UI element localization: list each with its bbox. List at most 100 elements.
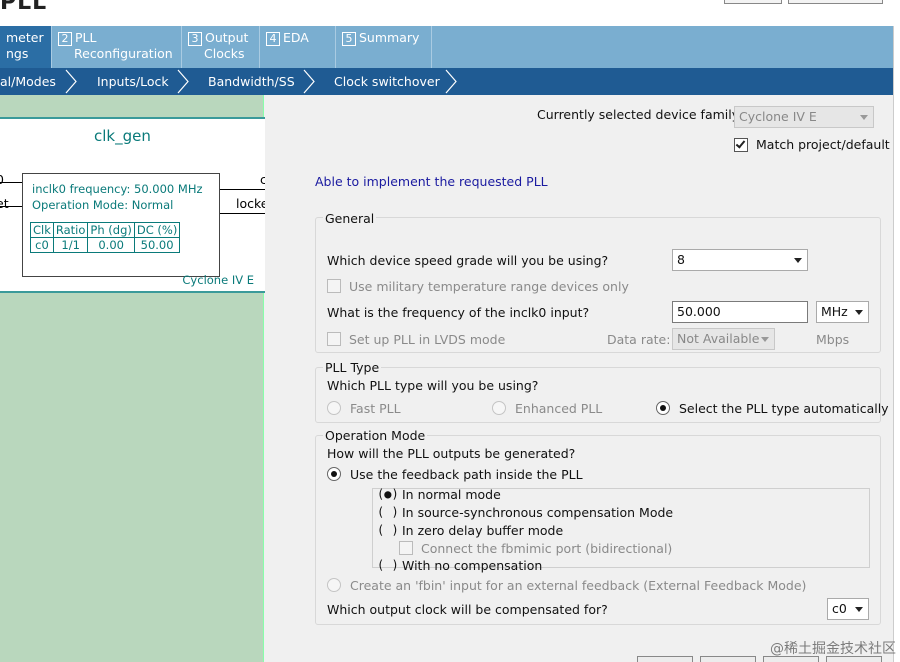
input-port-label: 0 [0, 172, 4, 187]
source-sync-mode-label: In source-synchronous compensation Mode [402, 505, 674, 520]
port-wire [0, 182, 22, 183]
wizard-tab-bar: meter ngs 2 PLL Reconfiguration 3 Output C… [0, 26, 895, 68]
chevron-right-icon [65, 69, 77, 94]
auto-pll-type-radio[interactable] [656, 401, 670, 415]
pll-type-question: Which PLL type will you be using? [327, 378, 539, 393]
table-header: Clk [30, 222, 54, 238]
operation-mode-text: Operation Mode: Normal [32, 198, 174, 212]
port-wire [0, 206, 22, 207]
module-name: clk_gen [94, 127, 151, 145]
tab-label-line2: ngs [6, 46, 29, 61]
status-message: Able to implement the requested PLL [315, 174, 548, 189]
data-rate-label: Data rate: [607, 332, 671, 347]
enhanced-pll-label: Enhanced PLL [515, 401, 603, 416]
feedback-path-radio[interactable] [327, 467, 341, 481]
zero-delay-mode-radio[interactable]: ( ) [377, 523, 399, 537]
frequency-unit-select[interactable]: MHz [816, 301, 869, 323]
input-port-label: et [0, 196, 9, 211]
pll-block-diagram: clk_gen 0 et c0 locked inclk0 frequency:… [0, 117, 282, 293]
fbmimic-checkbox[interactable] [399, 541, 413, 555]
data-rate-select[interactable]: Not Available [672, 328, 775, 350]
chevron-down-icon [761, 337, 769, 342]
device-family-label: Currently selected device family: [537, 107, 743, 122]
tab-label: Output [205, 30, 249, 45]
tab-label-line2: Reconfiguration [74, 46, 173, 61]
crumb-inputs-lock[interactable]: Inputs/Lock [97, 68, 169, 95]
table-cell: 50.00 [133, 237, 181, 253]
tab-summary[interactable]: 5 Summary [336, 26, 432, 68]
watermark-text: @稀土掘金技术社区 [770, 641, 896, 657]
pll-type-group-title: PLL Type [323, 360, 382, 375]
parameter-settings-content: Currently selected device family: Cyclon… [265, 95, 893, 662]
tab-pll-reconfiguration[interactable]: 2 PLL Reconfiguration [52, 26, 182, 68]
crumb-bandwidth-ss[interactable]: Bandwidth/SS [208, 68, 295, 95]
chevron-down-icon [855, 607, 863, 612]
dialog-button-fragment[interactable] [700, 656, 756, 662]
tab-label: meter [6, 30, 44, 45]
radio-selected-dot [331, 471, 337, 477]
compensated-clock-value: c0 [832, 601, 847, 616]
tab-number: 4 [266, 32, 280, 46]
frequency-unit-value: MHz [821, 304, 848, 319]
match-project-checkbox[interactable] [734, 138, 748, 152]
normal-mode-label: In normal mode [402, 487, 501, 502]
speed-grade-select[interactable]: 8 [672, 249, 808, 271]
tab-eda[interactable]: 4 EDA [260, 26, 336, 68]
external-feedback-label: Create an 'fbin' input for an external f… [350, 578, 807, 593]
window-button-fragment[interactable] [788, 0, 883, 4]
source-sync-mode-radio[interactable]: ( ) [377, 505, 399, 519]
external-feedback-radio[interactable] [327, 578, 341, 592]
device-family-select[interactable]: Cyclone IV E [734, 106, 874, 128]
table-cell: 0.00 [87, 237, 135, 253]
device-family-label: Cyclone IV E [182, 273, 254, 287]
enhanced-pll-radio[interactable] [492, 401, 506, 415]
fast-pll-radio[interactable] [327, 401, 341, 415]
table-header: DC (%) [133, 222, 181, 238]
fbmimic-label: Connect the fbmimic port (bidirectional) [421, 541, 673, 556]
chevron-down-icon [855, 310, 863, 315]
table-cell: 1/1 [52, 237, 89, 253]
speed-grade-value: 8 [677, 252, 685, 267]
auto-pll-type-label: Select the PLL type automatically [679, 401, 889, 416]
no-compensation-radio[interactable]: ( ) [377, 558, 399, 572]
lvds-mode-checkbox[interactable] [327, 332, 341, 346]
page-breadcrumb-bar: al/Modes Inputs/Lock Bandwidth/SS Clock … [0, 68, 893, 95]
data-rate-unit: Mbps [816, 332, 850, 347]
inclk-frequency-input[interactable]: 50.000 [672, 301, 808, 323]
tab-label: PLL [75, 30, 97, 45]
crumb-clock-switchover[interactable]: Clock switchover [334, 68, 440, 95]
radio-selected-dot [660, 405, 666, 411]
clock-param-table: Clk Ratio Ph (dg) DC (%) c0 1/1 0.00 50.… [30, 222, 181, 253]
compensated-clock-select[interactable]: c0 [827, 598, 869, 620]
chevron-down-icon [794, 258, 802, 263]
chevron-right-icon [445, 69, 457, 94]
normal-mode-radio[interactable]: (●) [377, 487, 399, 501]
general-group-title: General [323, 211, 377, 226]
compensated-clock-question: Which output clock will be compensated f… [327, 602, 608, 617]
table-header: Ph (dg) [87, 222, 135, 238]
scrollbar-strip [893, 26, 900, 662]
tab-number: 2 [58, 32, 72, 46]
data-rate-value: Not Available [677, 331, 760, 346]
operation-mode-group-title: Operation Mode [323, 428, 428, 443]
dialog-button-fragment[interactable] [637, 656, 693, 662]
inclk-frequency-text: inclk0 frequency: 50.000 MHz [32, 182, 203, 196]
table-cell: c0 [30, 237, 54, 253]
inclk-frequency-value: 50.000 [677, 304, 721, 319]
pll-core-box: inclk0 frequency: 50.000 MHz Operation M… [22, 173, 220, 277]
operation-mode-question: How will the PLL outputs be generated? [327, 446, 576, 461]
tab-label: Summary [359, 30, 420, 45]
speed-grade-question: Which device speed grade will you be usi… [327, 253, 609, 268]
military-temp-checkbox[interactable] [327, 279, 341, 293]
chevron-right-icon [177, 69, 189, 94]
tab-parameter-settings[interactable]: meter ngs [0, 26, 52, 68]
window-button-fragment[interactable] [724, 0, 782, 4]
tab-number: 3 [188, 32, 202, 46]
feedback-path-label: Use the feedback path inside the PLL [350, 467, 583, 482]
chevron-down-icon [860, 115, 868, 120]
title-strip: PLL [0, 0, 900, 26]
tab-output-clocks[interactable]: 3 Output Clocks [182, 26, 260, 68]
no-compensation-label: With no compensation [402, 558, 543, 573]
crumb-general-modes[interactable]: al/Modes [0, 68, 56, 95]
check-icon [735, 138, 746, 149]
